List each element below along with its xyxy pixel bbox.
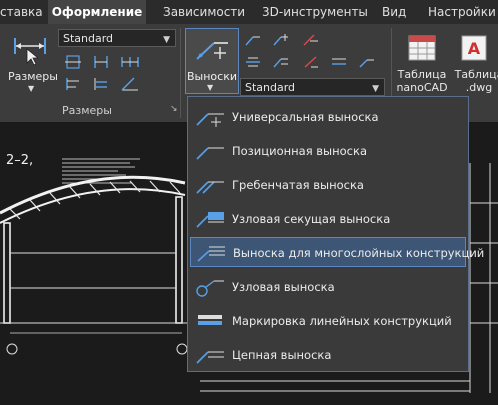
ribbon-tab-bar: ставка Оформление Зависимости 3D-инструм… bbox=[0, 0, 498, 24]
baseline-dimension-icon[interactable] bbox=[64, 76, 82, 92]
ordinate-dimension-icon[interactable] bbox=[92, 76, 110, 92]
aligned-dimension-icon[interactable] bbox=[92, 54, 110, 70]
table-nanocad-button[interactable]: Таблица nanoCAD bbox=[395, 32, 449, 96]
node-section-leader-icon bbox=[196, 212, 224, 228]
menu-item-label: Выноска для многослойных конструкций bbox=[233, 246, 485, 260]
cursor-icon bbox=[26, 48, 40, 70]
leader-small-icon-7[interactable] bbox=[330, 54, 348, 70]
linear-dimension-icon[interactable] bbox=[64, 54, 82, 70]
tab-constraints[interactable]: Зависимости bbox=[163, 0, 253, 24]
node-leader-icon bbox=[196, 280, 224, 297]
menu-item-multilayer-leader[interactable]: Выноска для многослойных конструкций bbox=[190, 237, 484, 267]
table-dwg-label: Таблица .dwg bbox=[454, 68, 498, 94]
angular-dimension-icon[interactable] bbox=[120, 76, 138, 92]
leader-style-value: Standard bbox=[245, 81, 296, 94]
position-leader-icon bbox=[196, 147, 224, 160]
table-nanocad-label: Таблица nanoCAD bbox=[396, 68, 448, 94]
menu-item-node-leader[interactable]: Узловая выноска bbox=[190, 272, 466, 302]
leader-small-icon-1[interactable] bbox=[244, 32, 262, 48]
chevron-down-icon[interactable]: ▼ bbox=[28, 84, 34, 93]
menu-item-label: Узловая выноска bbox=[232, 280, 335, 294]
dimension-style-combo[interactable]: Standard ▼ bbox=[58, 29, 176, 47]
dimensions-panel-label: Размеры bbox=[62, 104, 112, 117]
continue-dimension-icon[interactable] bbox=[120, 54, 139, 70]
chain-leader-icon bbox=[196, 351, 224, 364]
linear-marking-icon bbox=[198, 315, 222, 325]
leaders-dropdown-menu: Универсальная выноска Позиционная выноск… bbox=[187, 96, 484, 372]
chevron-down-icon: ▼ bbox=[207, 83, 214, 92]
universal-leader-icon bbox=[196, 113, 224, 127]
multilayer-leader-icon bbox=[197, 246, 225, 262]
chevron-down-icon: ▼ bbox=[163, 35, 170, 45]
menu-item-node-section-leader[interactable]: Узловая секущая выноска bbox=[190, 204, 466, 234]
menu-item-universal-leader[interactable]: Универсальная выноска bbox=[190, 102, 466, 132]
menu-item-label: Маркировка линейных конструкций bbox=[232, 314, 452, 328]
dimensions-button[interactable]: Размеры bbox=[6, 70, 60, 83]
tab-3d-tools[interactable]: 3D-инструменты bbox=[262, 0, 368, 24]
menu-item-label: Узловая секущая выноска bbox=[232, 212, 391, 226]
leaders-button-label: Выноски bbox=[187, 70, 237, 83]
menu-item-label: Универсальная выноска bbox=[232, 110, 379, 124]
panel-separator bbox=[180, 28, 181, 118]
leaders-big-button[interactable]: Выноски ▼ bbox=[185, 28, 239, 94]
tab-view[interactable]: Вид bbox=[382, 0, 412, 24]
leader-small-icon-5[interactable] bbox=[272, 54, 290, 70]
menu-item-chain-leader[interactable]: Цепная выноска bbox=[190, 340, 466, 370]
menu-item-comb-leader[interactable]: Гребенчатая выноска bbox=[190, 170, 466, 200]
menu-item-label: Гребенчатая выноска bbox=[232, 178, 364, 192]
dimension-style-value: Standard bbox=[63, 32, 114, 45]
table-dwg-icon: A bbox=[461, 35, 487, 61]
menu-item-position-leader[interactable]: Позиционная выноска bbox=[190, 136, 466, 166]
leader-small-icon-8[interactable] bbox=[358, 54, 376, 70]
comb-leader-icon bbox=[196, 181, 224, 194]
menu-item-label: Позиционная выноска bbox=[232, 144, 367, 158]
table-icon bbox=[408, 35, 436, 61]
svg-text:A: A bbox=[468, 39, 481, 58]
menu-item-linear-marking[interactable]: Маркировка линейных конструкций bbox=[190, 306, 466, 336]
leader-style-combo[interactable]: Standard ▼ bbox=[240, 78, 385, 96]
leader-small-icon-4[interactable] bbox=[244, 54, 262, 70]
leader-small-icon-2[interactable] bbox=[272, 32, 290, 48]
menu-item-label: Цепная выноска bbox=[232, 348, 332, 362]
tab-settings[interactable]: Настройки bbox=[428, 0, 498, 24]
table-dwg-button[interactable]: A Таблица .dwg bbox=[452, 32, 498, 96]
tab-annotate[interactable]: Оформление bbox=[48, 0, 146, 24]
tab-insert[interactable]: ставка bbox=[0, 0, 44, 24]
leader-small-icon-6[interactable] bbox=[302, 54, 320, 70]
leader-icon bbox=[196, 42, 228, 60]
panel-launcher-icon[interactable]: ↘ bbox=[170, 104, 178, 114]
leader-small-icon-3[interactable] bbox=[302, 32, 320, 48]
